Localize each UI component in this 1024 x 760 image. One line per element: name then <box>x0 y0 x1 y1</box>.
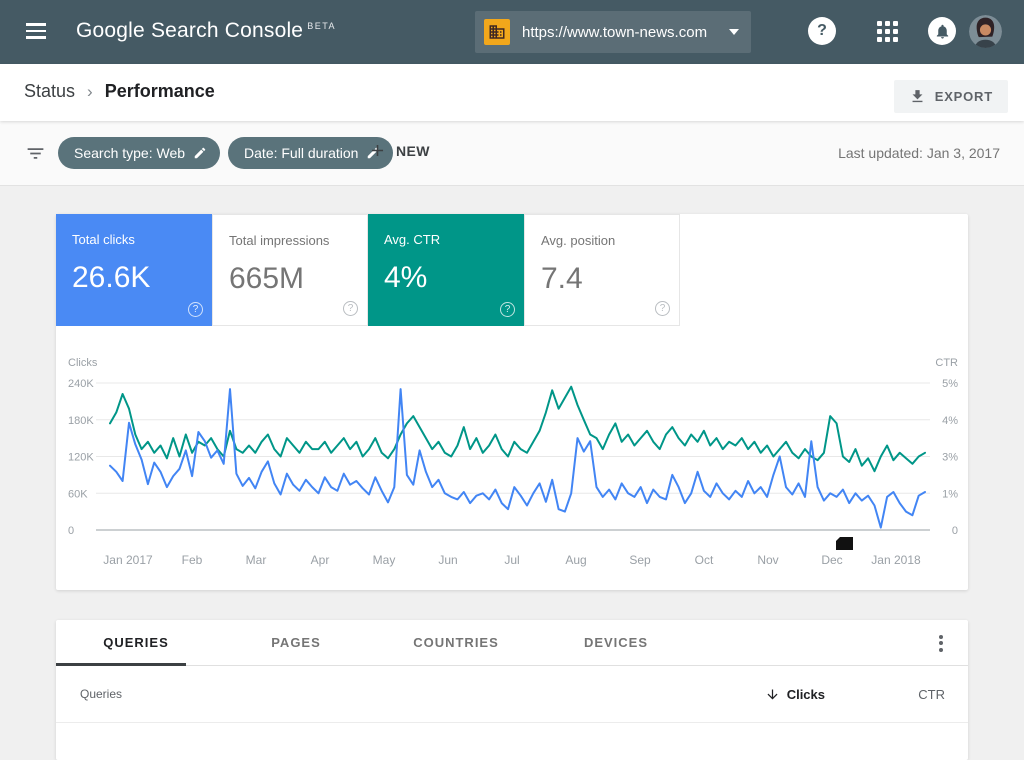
tab-pages[interactable]: PAGES <box>216 620 376 665</box>
logo-brand: Google <box>76 19 145 42</box>
help-icon[interactable]: ? <box>655 301 670 316</box>
dimensions-table-card: QUERIES PAGES COUNTRIES DEVICES Queries … <box>56 620 968 760</box>
performance-chart-card: Total clicks 26.6K ? Total impressions 6… <box>56 214 968 590</box>
download-icon <box>909 88 926 105</box>
svg-text:Mar: Mar <box>246 553 267 567</box>
metric-value: 7.4 <box>541 262 663 296</box>
svg-text:Jul: Jul <box>504 553 519 567</box>
app-logo: Google Search Console BETA <box>76 19 336 43</box>
breadcrumb-status[interactable]: Status <box>24 81 75 102</box>
svg-text:4%: 4% <box>942 415 958 427</box>
svg-text:0: 0 <box>952 525 958 537</box>
tab-devices[interactable]: DEVICES <box>536 620 696 665</box>
metric-label: Avg. position <box>541 233 663 248</box>
svg-text:Sep: Sep <box>629 553 651 567</box>
clicks-ctr-line-chart: 240K 5% 180K 4% 120K 3% 60K 1% 0 0 Clicks CTR Jan 20… <box>56 350 968 588</box>
last-updated-text: Last updated: Jan 3, 2017 <box>838 145 1000 161</box>
mouse-cursor <box>836 537 853 550</box>
svg-text:CTR: CTR <box>935 357 958 369</box>
page-header: Status › Performance EXPORT <box>0 64 1024 121</box>
property-selector[interactable]: https://www.town-news.com <box>475 11 751 53</box>
metrics-row: Total clicks 26.6K ? Total impressions 6… <box>56 214 968 326</box>
svg-text:Feb: Feb <box>182 553 203 567</box>
breadcrumb: Status › Performance <box>24 81 215 102</box>
filter-list-icon <box>25 143 46 169</box>
column-header-queries: Queries <box>56 687 765 701</box>
new-label: NEW <box>396 143 430 159</box>
user-avatar[interactable] <box>969 15 1002 48</box>
more-options-kebab-icon[interactable] <box>931 632 951 654</box>
tab-queries[interactable]: QUERIES <box>56 620 216 665</box>
metric-value: 665M <box>229 262 351 296</box>
svg-text:Dec: Dec <box>821 553 842 567</box>
svg-text:60K: 60K <box>68 488 88 500</box>
svg-text:Apr: Apr <box>311 553 330 567</box>
help-icon[interactable]: ? <box>188 302 203 317</box>
help-icon[interactable]: ? <box>343 301 358 316</box>
active-tab-underline <box>56 663 186 666</box>
notifications-bell-icon[interactable] <box>928 17 956 45</box>
svg-text:Aug: Aug <box>565 553 586 567</box>
help-icon[interactable]: ? <box>808 17 836 45</box>
chip-label: Date: Full duration <box>244 145 358 161</box>
chip-label: Search type: Web <box>74 145 185 161</box>
property-url: https://www.town-news.com <box>522 24 729 41</box>
metric-label: Total impressions <box>229 233 351 248</box>
svg-text:Nov: Nov <box>757 553 778 567</box>
apps-grid-icon[interactable] <box>877 21 899 43</box>
svg-text:5%: 5% <box>942 378 958 390</box>
logo-product: Search Console <box>151 19 303 42</box>
svg-text:Jun: Jun <box>438 553 457 567</box>
export-label: EXPORT <box>935 89 993 104</box>
edit-pencil-icon <box>193 146 207 160</box>
metric-value: 26.6K <box>72 261 196 295</box>
tab-countries[interactable]: COUNTRIES <box>376 620 536 665</box>
tabs-bar: QUERIES PAGES COUNTRIES DEVICES <box>56 620 968 666</box>
metric-avg-position[interactable]: Avg. position 7.4 ? <box>524 214 680 326</box>
sort-arrow-down-icon <box>765 687 780 702</box>
export-button[interactable]: EXPORT <box>894 80 1008 113</box>
svg-text:Jan 2018: Jan 2018 <box>871 553 921 567</box>
metric-label: Avg. CTR <box>384 232 508 247</box>
svg-text:240K: 240K <box>68 378 94 390</box>
svg-text:May: May <box>373 553 396 567</box>
menu-icon[interactable] <box>26 23 46 39</box>
svg-text:0: 0 <box>68 525 74 537</box>
filter-chip-search-type[interactable]: Search type: Web <box>58 137 220 169</box>
beta-badge: BETA <box>307 21 336 31</box>
building-icon <box>484 19 510 45</box>
svg-text:3%: 3% <box>942 452 958 464</box>
svg-text:180K: 180K <box>68 415 94 427</box>
top-app-bar: Google Search Console BETA https://www.to… <box>0 0 1024 64</box>
svg-text:Jan 2017: Jan 2017 <box>103 553 153 567</box>
page-title: Performance <box>105 81 215 102</box>
svg-text:120K: 120K <box>68 452 94 464</box>
metric-label: Total clicks <box>72 232 196 247</box>
column-header-ctr[interactable]: CTR <box>825 687 968 702</box>
help-icon[interactable]: ? <box>500 302 515 317</box>
svg-text:1%: 1% <box>942 488 958 500</box>
metric-total-clicks[interactable]: Total clicks 26.6K ? <box>56 214 212 326</box>
new-filter-button[interactable]: NEW <box>368 141 430 160</box>
dropdown-caret-icon <box>729 29 739 35</box>
column-header-clicks[interactable]: Clicks <box>765 687 825 702</box>
table-header-row: Queries Clicks CTR <box>56 666 968 723</box>
metric-avg-ctr[interactable]: Avg. CTR 4% ? <box>368 214 524 326</box>
plus-icon <box>368 141 387 160</box>
chevron-right-icon: › <box>87 82 93 102</box>
filter-bar: Search type: Web Date: Full duration NEW… <box>0 121 1024 186</box>
metric-total-impressions[interactable]: Total impressions 665M ? <box>212 214 368 326</box>
svg-text:Oct: Oct <box>695 553 714 567</box>
svg-text:Clicks: Clicks <box>68 357 98 369</box>
metric-value: 4% <box>384 261 508 295</box>
